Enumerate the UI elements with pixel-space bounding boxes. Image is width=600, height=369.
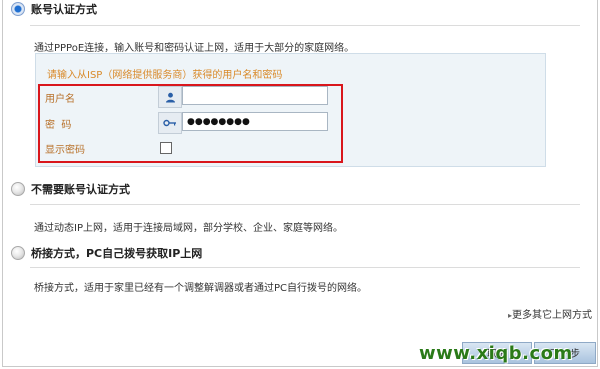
user-icon — [158, 86, 182, 108]
option-desc-account-auth: 通过PPPoE连接，输入账号和密码认证上网，适用于大部分的家庭网络。 — [34, 43, 355, 54]
divider — [30, 25, 580, 26]
option-title-bridge: 桥接方式，PC自己拨号获取IP上网 — [31, 247, 203, 260]
radio-no-auth[interactable] — [11, 182, 25, 196]
isp-hint: 请输入从ISP（网络提供服务商）获得的用户名和密码 — [47, 70, 283, 81]
radio-bridge[interactable] — [11, 246, 25, 260]
key-icon — [158, 112, 182, 134]
password-field[interactable]: ●●●●●●●● — [182, 112, 328, 131]
radio-account-auth[interactable] — [11, 2, 25, 16]
more-methods-link[interactable]: ▸更多其它上网方式 — [508, 306, 592, 321]
username-field[interactable] — [182, 86, 328, 105]
more-methods-label: 更多其它上网方式 — [512, 310, 592, 321]
divider — [30, 267, 580, 268]
option-title-account-auth: 账号认证方式 — [31, 3, 97, 16]
password-label: 密 码 — [45, 120, 72, 131]
username-label: 用户名 — [45, 94, 75, 105]
divider — [30, 204, 580, 205]
watermark: www.xiqb.com — [419, 343, 573, 364]
option-title-no-auth: 不需要账号认证方式 — [31, 183, 130, 196]
show-password-label: 显示密码 — [45, 145, 85, 156]
option-desc-bridge: 桥接方式，适用于家里已经有一个调整解调器或者通过PC自行拨号的网络。 — [34, 283, 368, 294]
option-desc-no-auth: 通过动态IP上网，适用于连接局域网，部分学校、企业、家庭等网络。 — [34, 223, 343, 234]
show-password-checkbox[interactable] — [160, 142, 172, 154]
